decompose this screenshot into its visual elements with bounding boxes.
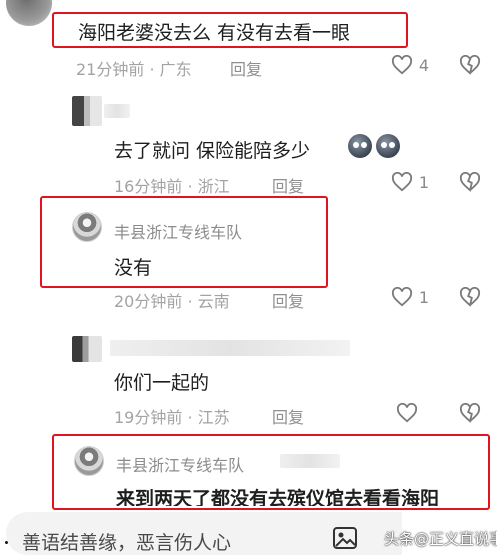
comment-time: 20分钟前 — [114, 292, 183, 311]
broken-heart-icon — [459, 403, 481, 423]
meta-separator: · — [187, 177, 198, 196]
heart-icon — [391, 55, 412, 75]
blurred-username — [110, 340, 350, 356]
comment-location: 云南 — [197, 292, 230, 311]
comment-meta: 21分钟前 · 广东 — [76, 56, 192, 80]
comment-location: 江苏 — [197, 408, 230, 427]
comment-meta: 16分钟前 · 浙江 — [114, 173, 230, 197]
broken-heart-icon — [459, 55, 481, 75]
sweat-face-emoji — [376, 134, 400, 158]
sweat-face-emoji — [348, 134, 372, 158]
comment-text: 来到两天了都没有去殡仪馆去看看海阳 — [116, 488, 440, 506]
comment-text: 去了就问 保险能陪多少 — [114, 140, 311, 162]
avatar[interactable] — [74, 446, 104, 476]
watermark: 头条@正义直说事 — [384, 530, 497, 548]
image-icon — [333, 527, 357, 549]
dislike-button[interactable] — [456, 52, 484, 78]
like-count: 4 — [418, 55, 430, 75]
meta-separator: · — [187, 408, 198, 427]
comment-location: 广东 — [159, 60, 192, 79]
comment-text: 没有 — [114, 257, 153, 279]
heart-icon — [396, 403, 418, 423]
reply-button[interactable]: 回复 — [272, 173, 304, 197]
like-button[interactable]: 1 — [386, 169, 434, 195]
avatar[interactable] — [72, 212, 102, 242]
blurred-badge — [280, 454, 340, 468]
comment-time: 19分钟前 — [114, 408, 183, 427]
heart-icon — [391, 287, 412, 307]
like-count: 1 — [418, 287, 430, 307]
broken-heart-icon — [459, 172, 481, 192]
blurred-username — [104, 104, 130, 118]
comment-meta: 19分钟前 · 江苏 — [114, 404, 230, 428]
comment-username[interactable]: 丰县浙江专线车队 — [116, 452, 244, 476]
comment-location: 浙江 — [197, 177, 230, 196]
dislike-button[interactable] — [456, 284, 484, 310]
dislike-button[interactable] — [456, 400, 484, 426]
comment-time: 21分钟前 — [76, 60, 145, 79]
meta-separator: · — [187, 292, 198, 311]
meta-separator: · — [149, 60, 160, 79]
reply-button[interactable]: 回复 — [272, 288, 304, 312]
broken-heart-icon — [459, 287, 481, 307]
reply-button[interactable]: 回复 — [230, 56, 262, 80]
avatar[interactable] — [6, 0, 52, 26]
comment-text: 海阳老婆没去么 有没有去看一眼 — [78, 22, 351, 44]
like-button[interactable]: 1 — [386, 284, 434, 310]
reply-button[interactable]: 回复 — [272, 404, 304, 428]
comment-meta: 20分钟前 · 云南 — [114, 288, 230, 312]
comment-input[interactable]: 善语结善缘，恶言伤人心 — [22, 528, 231, 555]
like-button[interactable]: 4 — [386, 52, 434, 78]
blurred-avatar — [72, 336, 102, 362]
comment-text: 你们一起的 — [114, 372, 210, 394]
like-button[interactable] — [386, 400, 434, 426]
image-button[interactable] — [330, 524, 360, 552]
comment-username[interactable]: 丰县浙江专线车队 — [114, 219, 242, 243]
comment-time: 16分钟前 — [114, 177, 183, 196]
heart-icon — [391, 172, 412, 192]
dislike-button[interactable] — [456, 169, 484, 195]
like-count: 1 — [418, 172, 430, 192]
blurred-avatar — [72, 96, 102, 126]
